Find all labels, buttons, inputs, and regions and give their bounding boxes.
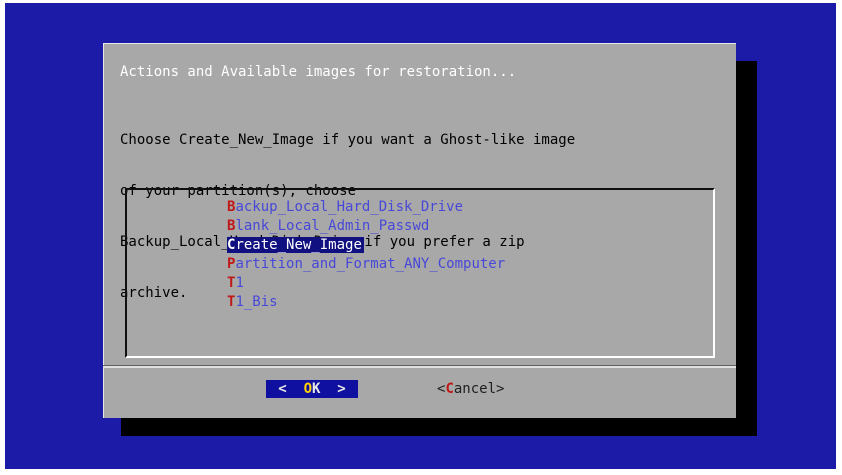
cancel-button[interactable]: <Cancel>	[437, 380, 504, 398]
menu-item-partition-and-format-any-computer[interactable]: Partition_and_Format_ANY_Computer	[227, 255, 505, 274]
menu-item-backup-local-hard-disk-drive[interactable]: Backup_Local_Hard_Disk_Drive	[227, 198, 505, 217]
button-separator	[103, 365, 736, 368]
ok-button[interactable]: < OK >	[266, 380, 358, 398]
menu-box: Backup_Local_Hard_Disk_Drive Blank_Local…	[125, 188, 715, 358]
menu-item-label: Partition_and_Format_ANY_Computer	[227, 256, 505, 272]
menu-item-t1-bis[interactable]: T1_Bis	[227, 293, 505, 312]
prompt-line: Choose Create_New_Image if you want a Gh…	[120, 132, 576, 148]
ok-bracket-right: >	[320, 381, 346, 397]
menu-item-text: ackup_Local_Hard_Disk_Drive	[235, 199, 464, 215]
menu-item-text: lank_Local_Admin_Passwd	[235, 218, 430, 234]
menu-item-text: 1	[235, 275, 244, 291]
restore-actions-dialog: Actions and Available images for restora…	[103, 43, 736, 418]
ok-hotkey: O	[303, 381, 312, 397]
menu-item-text: 1_Bis	[235, 294, 278, 310]
menu-item-label: T1	[227, 275, 244, 291]
cancel-hotkey: C	[445, 381, 454, 397]
menu-item-text: reate_New_Image	[235, 237, 362, 253]
menu-item-t1[interactable]: T1	[227, 274, 505, 293]
menu-item-label: T1_Bis	[227, 294, 278, 310]
menu-item-label: Backup_Local_Hard_Disk_Drive	[227, 199, 463, 215]
dialog-title: Actions and Available images for restora…	[120, 64, 517, 80]
menu-item-label: Blank_Local_Admin_Passwd	[227, 218, 429, 234]
menu-item-create-new-image[interactable]: Create_New_Image	[227, 236, 505, 255]
menu-item-label: Create_New_Image	[227, 237, 364, 253]
menu-item-text: artition_and_Format_ANY_Computer	[235, 256, 506, 272]
cancel-bracket-right: >	[496, 381, 505, 397]
menu-list: Backup_Local_Hard_Disk_Drive Blank_Local…	[227, 198, 505, 312]
cancel-label: ancel	[453, 381, 497, 397]
ok-bracket-left: <	[278, 381, 304, 397]
menu-item-blank-local-admin-passwd[interactable]: Blank_Local_Admin_Passwd	[227, 217, 505, 236]
